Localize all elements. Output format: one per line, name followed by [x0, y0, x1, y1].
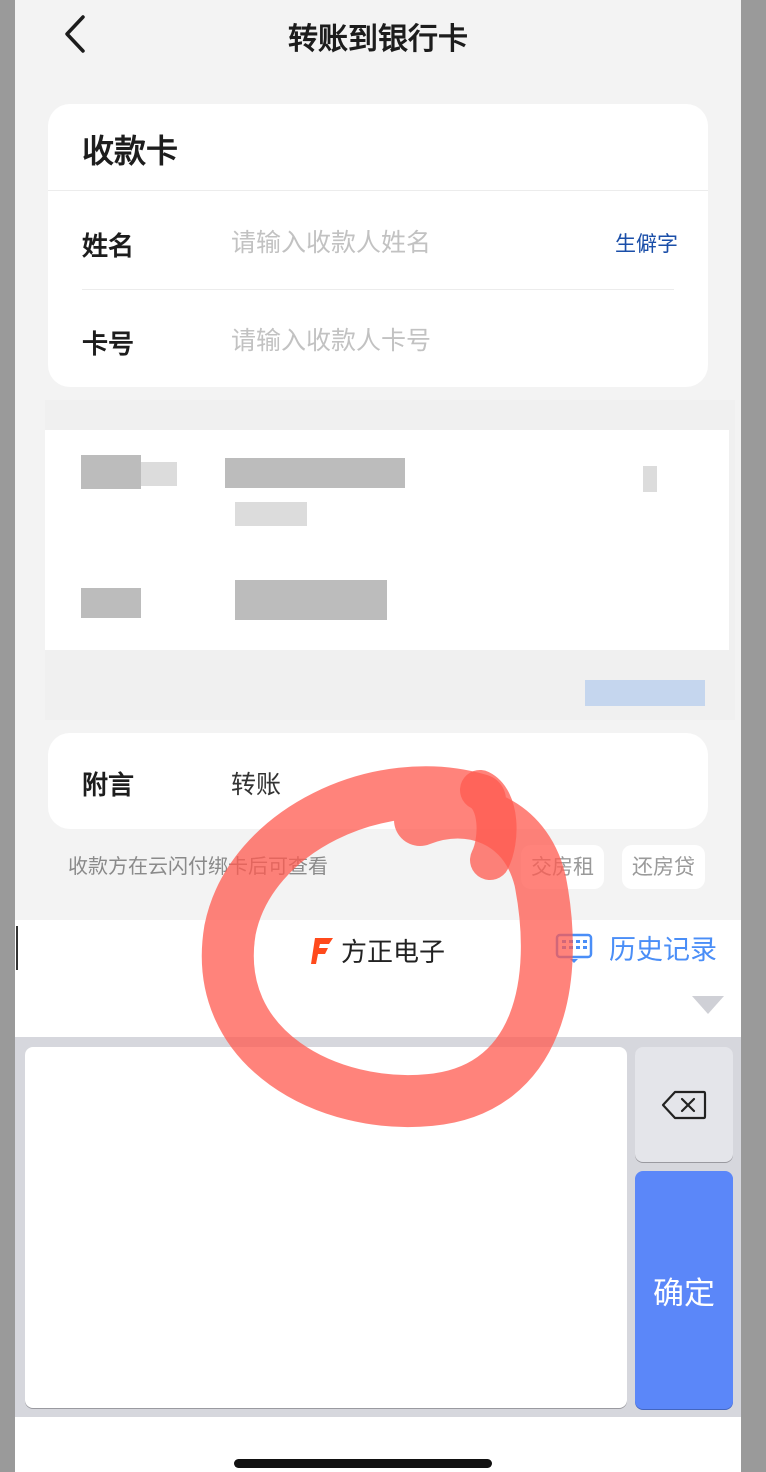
receive-card-heading: 收款卡	[82, 132, 179, 170]
confirm-button[interactable]: 确定	[635, 1171, 733, 1409]
note-input[interactable]: 转账	[231, 765, 281, 801]
redacted-block	[585, 680, 705, 706]
divider	[82, 289, 674, 290]
keyboard-brand: 方正电子	[311, 932, 445, 969]
keyboard: 确定	[15, 1037, 741, 1417]
home-indicator[interactable]	[234, 1459, 492, 1468]
brand-name: 方正电子	[341, 938, 446, 968]
card-number-label: 卡号	[82, 330, 135, 360]
handwriting-pad[interactable]	[25, 1047, 627, 1408]
text-cursor	[16, 926, 18, 970]
redacted-block	[643, 466, 657, 492]
redacted-block	[235, 580, 387, 620]
collapse-keyboard-button[interactable]	[691, 995, 725, 1019]
delete-key[interactable]	[635, 1047, 733, 1162]
keyboard-icon	[555, 933, 593, 963]
app-screen: 转账到银行卡 收款卡 姓名 生僻字 卡号 附言 转账 收款方在云闪付绑卡后可查看…	[15, 0, 741, 1472]
chip-repay-mortgage[interactable]: 还房贷	[622, 845, 705, 889]
rare-character-link[interactable]: 生僻字	[615, 228, 678, 258]
note-panel: 附言 转账	[48, 733, 708, 829]
page-title: 转账到银行卡	[288, 22, 468, 57]
divider	[48, 190, 708, 191]
redacted-section	[45, 400, 735, 720]
history-button[interactable]: 历史记录	[555, 928, 717, 967]
backspace-icon	[661, 1090, 707, 1119]
redacted-block	[141, 462, 177, 486]
history-label: 历史记录	[609, 935, 717, 966]
chip-pay-rent[interactable]: 交房租	[521, 845, 604, 889]
candidate-bar	[15, 977, 741, 1037]
redacted-block	[225, 458, 405, 488]
note-hint: 收款方在云闪付绑卡后可查看	[68, 854, 328, 878]
redacted-block	[81, 455, 141, 489]
receive-card-panel: 收款卡 姓名 生僻字 卡号	[48, 104, 708, 387]
triangle-down-icon	[692, 996, 724, 1014]
nav-bar: 转账到银行卡	[15, 0, 741, 70]
name-label: 姓名	[82, 232, 135, 262]
founder-logo-icon	[311, 937, 333, 964]
card-number-input[interactable]	[231, 322, 651, 358]
keyboard-toolbar: 方正电子 历史记录	[15, 920, 741, 978]
redacted-block	[81, 588, 141, 618]
payee-name-input[interactable]	[231, 224, 591, 260]
note-label: 附言	[82, 771, 135, 801]
redacted-block	[235, 502, 307, 526]
